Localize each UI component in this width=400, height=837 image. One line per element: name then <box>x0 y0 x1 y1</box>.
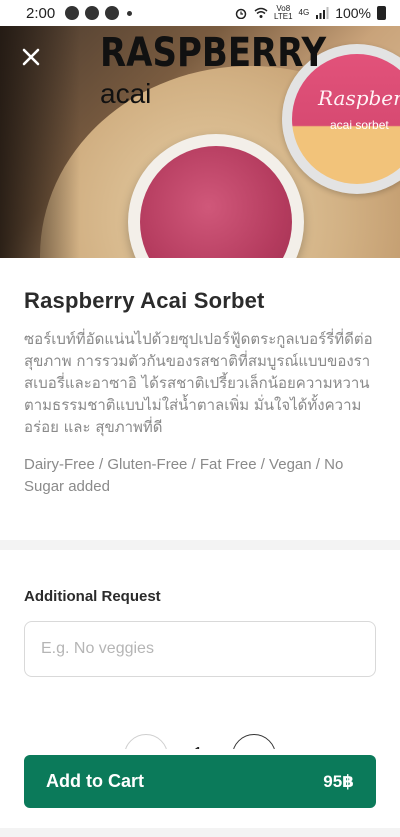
product-description: ซอร์เบท์ที่อัดแน่นไปด้วยซุปเปอร์ฟู้ดตระก… <box>24 330 373 436</box>
product-image: Raspberry acai sorbet RASPBERRY acai <box>0 26 400 258</box>
status-bar: 2:00 Vo8 LTE1 4G 100% <box>0 0 400 26</box>
status-bar-right: Vo8 LTE1 4G 100% <box>234 5 386 21</box>
close-button[interactable] <box>14 40 48 74</box>
status-bar-left: 2:00 <box>26 4 133 22</box>
battery-percent: 100% <box>335 5 371 21</box>
additional-request-section: Additional Request <box>0 550 400 677</box>
status-time: 2:00 <box>26 4 56 22</box>
product-info: Raspberry Acai Sorbet ซอร์เบท์ที่อัดแน่น… <box>0 258 400 498</box>
add-to-cart-label: Add to Cart <box>46 771 144 791</box>
section-divider <box>0 540 400 550</box>
product-tags: Dairy-Free / Gluten-Free / Fat Free / Ve… <box>24 456 344 495</box>
more-notifications-icon <box>127 10 133 16</box>
cart-price: 95฿ <box>323 771 354 791</box>
bottom-divider <box>0 828 400 837</box>
close-icon <box>22 48 40 66</box>
signal-icon <box>316 7 329 19</box>
image-subtitle-text: acai <box>100 78 152 109</box>
chat-notification-icon <box>65 6 80 20</box>
image-title-text: RASPBERRY <box>100 30 327 76</box>
network-tech: 4G <box>298 8 310 17</box>
wifi-icon <box>254 7 268 18</box>
app-notification-icon <box>85 6 100 20</box>
lid-sub-text: acai sorbet <box>330 118 389 132</box>
add-to-cart-button[interactable]: Add to Cart 95฿ <box>24 755 376 808</box>
alarm-icon <box>235 8 247 19</box>
battery-icon <box>377 6 386 20</box>
additional-request-label: Additional Request <box>24 588 161 605</box>
additional-request-input[interactable] <box>24 621 376 677</box>
product-title: Raspberry Acai Sorbet <box>24 288 265 313</box>
w-notification-icon <box>105 6 120 20</box>
lid-brand-text: Raspberry <box>318 86 400 110</box>
network-label: Vo8 LTE1 <box>273 4 293 21</box>
